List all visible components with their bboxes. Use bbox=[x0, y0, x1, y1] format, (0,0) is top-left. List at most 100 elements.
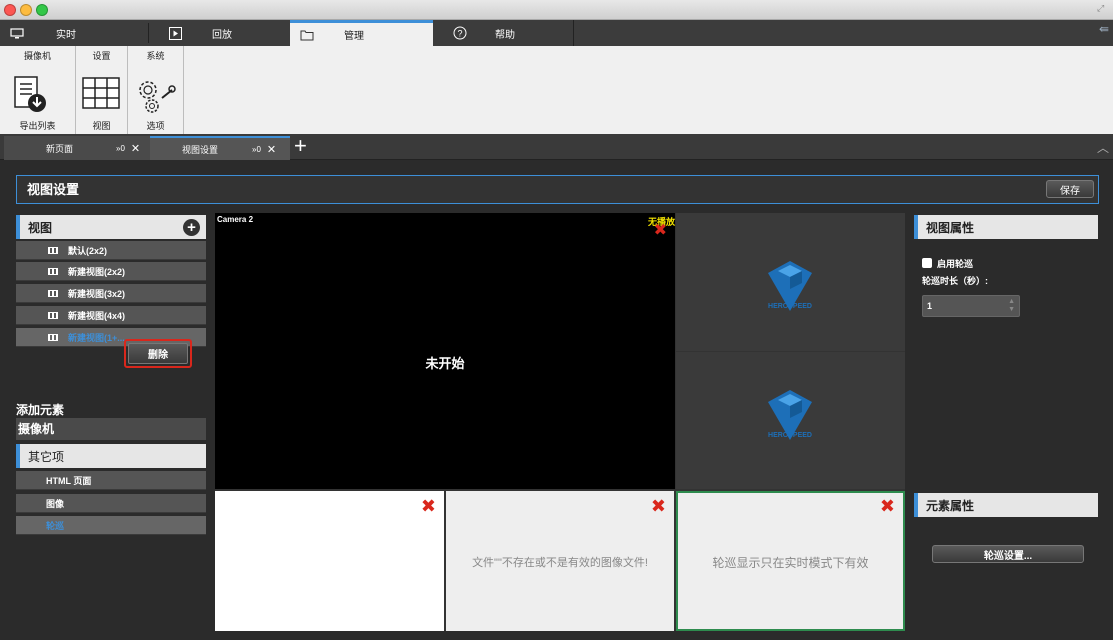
menu-tab-label: 帮助 bbox=[495, 29, 515, 41]
tour-duration-label: 轮巡时长（秒）: bbox=[922, 276, 988, 286]
remove-cell-icon[interactable]: ✖ bbox=[421, 497, 436, 515]
view-list-item[interactable]: 新建视图(2x2) bbox=[16, 262, 206, 281]
zoom-window-icon[interactable] bbox=[36, 4, 48, 16]
export-list-icon[interactable] bbox=[12, 74, 48, 117]
ribbon-group-camera: 摄像机 导出列表 bbox=[0, 46, 76, 134]
enable-tour-checkbox[interactable] bbox=[922, 258, 932, 268]
monitor-icon bbox=[8, 25, 26, 41]
menu-tab-live[interactable]: 实时 bbox=[0, 20, 148, 46]
doc-tab-label: 视图设置 bbox=[182, 144, 219, 155]
view-item-label: 新建视图(1+... bbox=[68, 332, 125, 343]
ribbon-group-header: 摄像机 bbox=[23, 51, 51, 61]
camera-cell[interactable]: Camera 2 无播放 ✖ 未开始 bbox=[215, 213, 675, 489]
main-menu-bar: 实时 回放 管理 ? 帮助 ⇚ bbox=[0, 20, 1113, 46]
element-category-other[interactable]: 其它项 bbox=[16, 444, 206, 468]
pin-tab-icon[interactable]: »0 bbox=[252, 145, 261, 154]
html-page-cell[interactable]: ✖ bbox=[215, 491, 444, 631]
remove-cell-icon[interactable]: ✖ bbox=[654, 222, 667, 240]
tour-duration-stepper[interactable]: 1 ▲ ▼ bbox=[922, 295, 1020, 317]
view-item-label: 新建视图(3x2) bbox=[68, 288, 126, 299]
view-properties-header: 视图属性 bbox=[914, 215, 1098, 239]
close-window-icon[interactable] bbox=[4, 4, 16, 16]
document-tab-bar: 新页面 »0 ✕ 视图设置 »0 ✕ + ︿ bbox=[0, 134, 1113, 160]
exit-icon[interactable]: ⇚ bbox=[1099, 22, 1109, 36]
svg-text:?: ? bbox=[457, 29, 462, 39]
doc-tab-view-settings[interactable]: 视图设置 »0 ✕ bbox=[150, 136, 290, 160]
close-tab-icon[interactable]: ✕ bbox=[267, 143, 276, 156]
add-elements-title: 添加元素 bbox=[16, 403, 65, 417]
views-panel-header: 视图 bbox=[16, 215, 206, 239]
remove-cell-icon[interactable]: ✖ bbox=[651, 497, 666, 515]
empty-cell[interactable]: HEROSPEED bbox=[676, 213, 905, 351]
ribbon-group-system: 系统 选项 bbox=[128, 46, 184, 134]
page-title: 视图设置 bbox=[27, 182, 80, 197]
ribbon-group-settings: 设置 视图 bbox=[76, 46, 128, 134]
grid-view-icon bbox=[48, 289, 58, 297]
export-list-button[interactable]: 导出列表 bbox=[0, 119, 75, 132]
minimize-window-icon[interactable] bbox=[20, 4, 32, 16]
remove-cell-icon[interactable]: ✖ bbox=[880, 497, 895, 515]
logo-text: HEROSPEED bbox=[768, 432, 812, 439]
tour-settings-button[interactable]: 轮巡设置... bbox=[932, 545, 1084, 563]
element-item-label: 轮巡 bbox=[46, 520, 65, 531]
view-list-item[interactable]: 新建视图(3x2) bbox=[16, 284, 206, 303]
view-item-label: 默认(2x2) bbox=[68, 245, 108, 256]
tour-duration-value: 1 bbox=[927, 301, 933, 311]
menu-tab-label: 回放 bbox=[212, 29, 232, 41]
help-icon: ? bbox=[451, 25, 469, 41]
menu-tab-playback[interactable]: 回放 bbox=[158, 20, 288, 46]
grid-view-icon bbox=[48, 333, 58, 341]
ribbon-group-header: 设置 bbox=[92, 51, 111, 61]
add-view-button[interactable]: + bbox=[183, 219, 200, 236]
camera-name-label: Camera 2 bbox=[217, 215, 254, 224]
ribbon-group-header: 系统 bbox=[146, 51, 165, 61]
tour-cell-selected[interactable]: ✖ 轮巡显示只在实时模式下有效 bbox=[676, 491, 905, 631]
views-panel-title: 视图 bbox=[28, 220, 53, 235]
element-item-label: HTML 页面 bbox=[46, 475, 92, 486]
doc-tab-label: 新页面 bbox=[46, 143, 74, 154]
window-title-bar: ⤢ bbox=[0, 0, 1113, 20]
options-button[interactable]: 选项 bbox=[128, 119, 183, 132]
view-grid: Camera 2 无播放 ✖ 未开始 HEROSPEED HEROSPEED ✖… bbox=[215, 213, 905, 631]
element-item-html[interactable]: HTML 页面 bbox=[16, 471, 206, 490]
element-category-label: 其它项 bbox=[28, 449, 65, 464]
grid-view-icon bbox=[48, 246, 58, 254]
menu-tab-label: 管理 bbox=[344, 31, 364, 42]
view-settings-header: 视图设置 bbox=[16, 175, 1099, 204]
menu-tab-label: 实时 bbox=[56, 29, 76, 41]
view-list-item[interactable]: 新建视图(4x4) bbox=[16, 306, 206, 325]
element-properties-header: 元素属性 bbox=[914, 493, 1098, 517]
element-category-camera[interactable]: 摄像机 bbox=[16, 418, 206, 440]
save-button[interactable]: 保存 bbox=[1046, 180, 1094, 198]
element-item-image[interactable]: 图像 bbox=[16, 494, 206, 513]
pin-tab-icon[interactable]: »0 bbox=[116, 144, 125, 153]
view-button[interactable]: 视图 bbox=[76, 119, 127, 132]
view-list-item[interactable]: 默认(2x2) bbox=[16, 241, 206, 260]
delete-menu-item[interactable]: 删除 bbox=[128, 343, 188, 364]
add-tab-button[interactable]: + bbox=[294, 134, 307, 158]
menu-tab-help[interactable]: ? 帮助 bbox=[443, 20, 573, 46]
view-item-label: 新建视图(2x2) bbox=[68, 266, 126, 277]
element-item-tour[interactable]: 轮巡 bbox=[16, 516, 206, 535]
fullscreen-icon[interactable]: ⤢ bbox=[1097, 3, 1107, 13]
view-grid-icon[interactable] bbox=[81, 74, 123, 117]
stepper-arrows-icon[interactable]: ▲ ▼ bbox=[1008, 298, 1015, 314]
grid-view-icon bbox=[48, 311, 58, 319]
context-menu: 删除 bbox=[124, 339, 192, 368]
element-item-label: 图像 bbox=[46, 498, 65, 509]
empty-cell[interactable]: HEROSPEED bbox=[676, 352, 905, 489]
doc-tab-new-page[interactable]: 新页面 »0 ✕ bbox=[4, 136, 150, 160]
collapse-chevron-icon[interactable]: ︿ bbox=[1097, 139, 1109, 156]
play-icon bbox=[166, 25, 184, 41]
image-error-text: 文件""不存在或不是有效的图像文件! bbox=[472, 557, 648, 569]
menu-tab-manage[interactable]: 管理 bbox=[290, 20, 433, 46]
logo-text: HEROSPEED bbox=[768, 303, 812, 310]
options-gear-icon[interactable] bbox=[134, 76, 178, 119]
enable-tour-label: 启用轮巡 bbox=[937, 259, 974, 269]
tour-note-text: 轮巡显示只在实时模式下有效 bbox=[712, 556, 869, 570]
image-cell[interactable]: ✖ 文件""不存在或不是有效的图像文件! bbox=[446, 491, 674, 631]
folder-icon bbox=[298, 27, 316, 43]
close-tab-icon[interactable]: ✕ bbox=[131, 142, 140, 155]
grid-view-icon bbox=[48, 267, 58, 275]
ribbon-toolbar: 摄像机 导出列表 设置 视图 系统 选项 bbox=[0, 46, 1113, 134]
